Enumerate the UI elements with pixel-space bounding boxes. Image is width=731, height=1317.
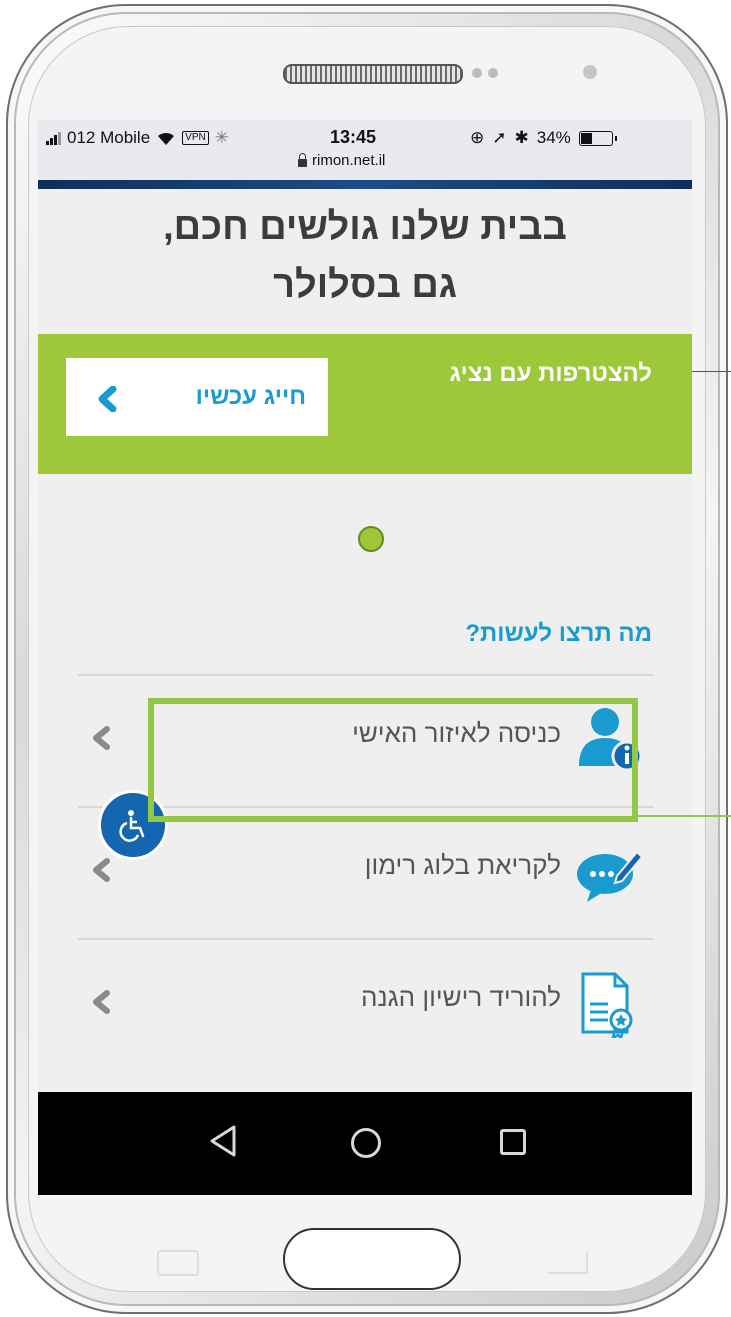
loading-icon: ✳ bbox=[214, 128, 229, 147]
lock-icon bbox=[298, 152, 307, 167]
light-sensor bbox=[488, 68, 498, 78]
contact-banner: להצטרפות עם נציג חייג עכשיו bbox=[38, 334, 692, 474]
front-camera bbox=[583, 65, 597, 79]
chat-bubble-pen-icon bbox=[577, 850, 643, 902]
phone-speaker bbox=[283, 64, 463, 84]
phone-screen: 012 Mobile VPN ✳ 13:45 rimon.net.il ⊕ ➚ … bbox=[38, 120, 692, 1195]
home-circle-icon[interactable] bbox=[351, 1128, 381, 1158]
url-text: rimon.net.il bbox=[312, 152, 386, 169]
wifi-icon bbox=[158, 132, 175, 145]
menu-item-download-license[interactable]: להוריד רישיון הגנה bbox=[78, 938, 653, 1070]
bluetooth-icon: ✱ bbox=[514, 128, 529, 147]
callout-line bbox=[638, 815, 731, 817]
signal-icon bbox=[46, 131, 61, 145]
accessibility-button[interactable] bbox=[98, 790, 168, 860]
chevron-left-icon bbox=[93, 858, 110, 882]
menu-item-label: כניסה לאיזור האישי bbox=[352, 718, 561, 748]
status-bar: 012 Mobile VPN ✳ 13:45 rimon.net.il ⊕ ➚ … bbox=[38, 120, 692, 180]
rotation-lock-icon: ⊕ bbox=[470, 128, 485, 147]
callout-line bbox=[692, 371, 731, 372]
status-time: 13:45 bbox=[330, 127, 377, 147]
user-info-icon bbox=[579, 708, 643, 772]
carousel-dot[interactable] bbox=[358, 526, 384, 552]
dial-now-label: חייג עכשיו bbox=[195, 383, 306, 410]
dial-now-button[interactable]: חייג עכשיו bbox=[66, 358, 328, 436]
license-document-icon bbox=[581, 972, 633, 1038]
headline-line-1: בבית שלנו גולשים חכם, bbox=[163, 206, 567, 248]
site-header-bar bbox=[38, 180, 692, 189]
battery-icon bbox=[578, 130, 617, 146]
menu-item-label: להוריד רישיון הגנה bbox=[361, 982, 561, 1012]
status-right: ⊕ ➚ ✱ 34% bbox=[470, 128, 617, 148]
proximity-sensor bbox=[472, 68, 482, 78]
menu-item-label: לקריאת בלוג רימון bbox=[364, 850, 561, 880]
recent-apps-icon[interactable] bbox=[500, 1129, 526, 1155]
action-menu: כניסה לאיזור האישי לקריאת בלוג רימון להו… bbox=[78, 674, 653, 1070]
menu-item-personal-area[interactable]: כניסה לאיזור האישי bbox=[78, 674, 653, 806]
contact-banner-text: להצטרפות עם נציג bbox=[449, 360, 653, 387]
hardware-back-key[interactable] bbox=[548, 1252, 588, 1274]
wheelchair-icon bbox=[119, 810, 145, 842]
battery-percent: 34% bbox=[536, 128, 571, 147]
hardware-home-button[interactable] bbox=[283, 1228, 461, 1290]
section-title: מה תרצו לעשות? bbox=[465, 620, 652, 647]
address-bar[interactable]: rimon.net.il bbox=[298, 152, 385, 169]
status-left: 012 Mobile VPN ✳ bbox=[46, 128, 229, 148]
android-nav-bar bbox=[38, 1092, 692, 1195]
page-headline: בבית שלנו גולשים חכם, גם בסלולר bbox=[38, 198, 692, 314]
chevron-left-icon bbox=[93, 990, 110, 1014]
chevron-left-icon bbox=[98, 386, 117, 412]
hardware-menu-key[interactable] bbox=[157, 1250, 199, 1276]
back-triangle-icon[interactable] bbox=[208, 1124, 238, 1158]
carrier-name: 012 Mobile bbox=[67, 128, 151, 147]
location-arrow-icon: ➚ bbox=[492, 128, 507, 147]
headline-line-2: גם בסלולר bbox=[273, 264, 457, 306]
chevron-left-icon bbox=[93, 726, 110, 750]
vpn-badge: VPN bbox=[182, 131, 209, 145]
